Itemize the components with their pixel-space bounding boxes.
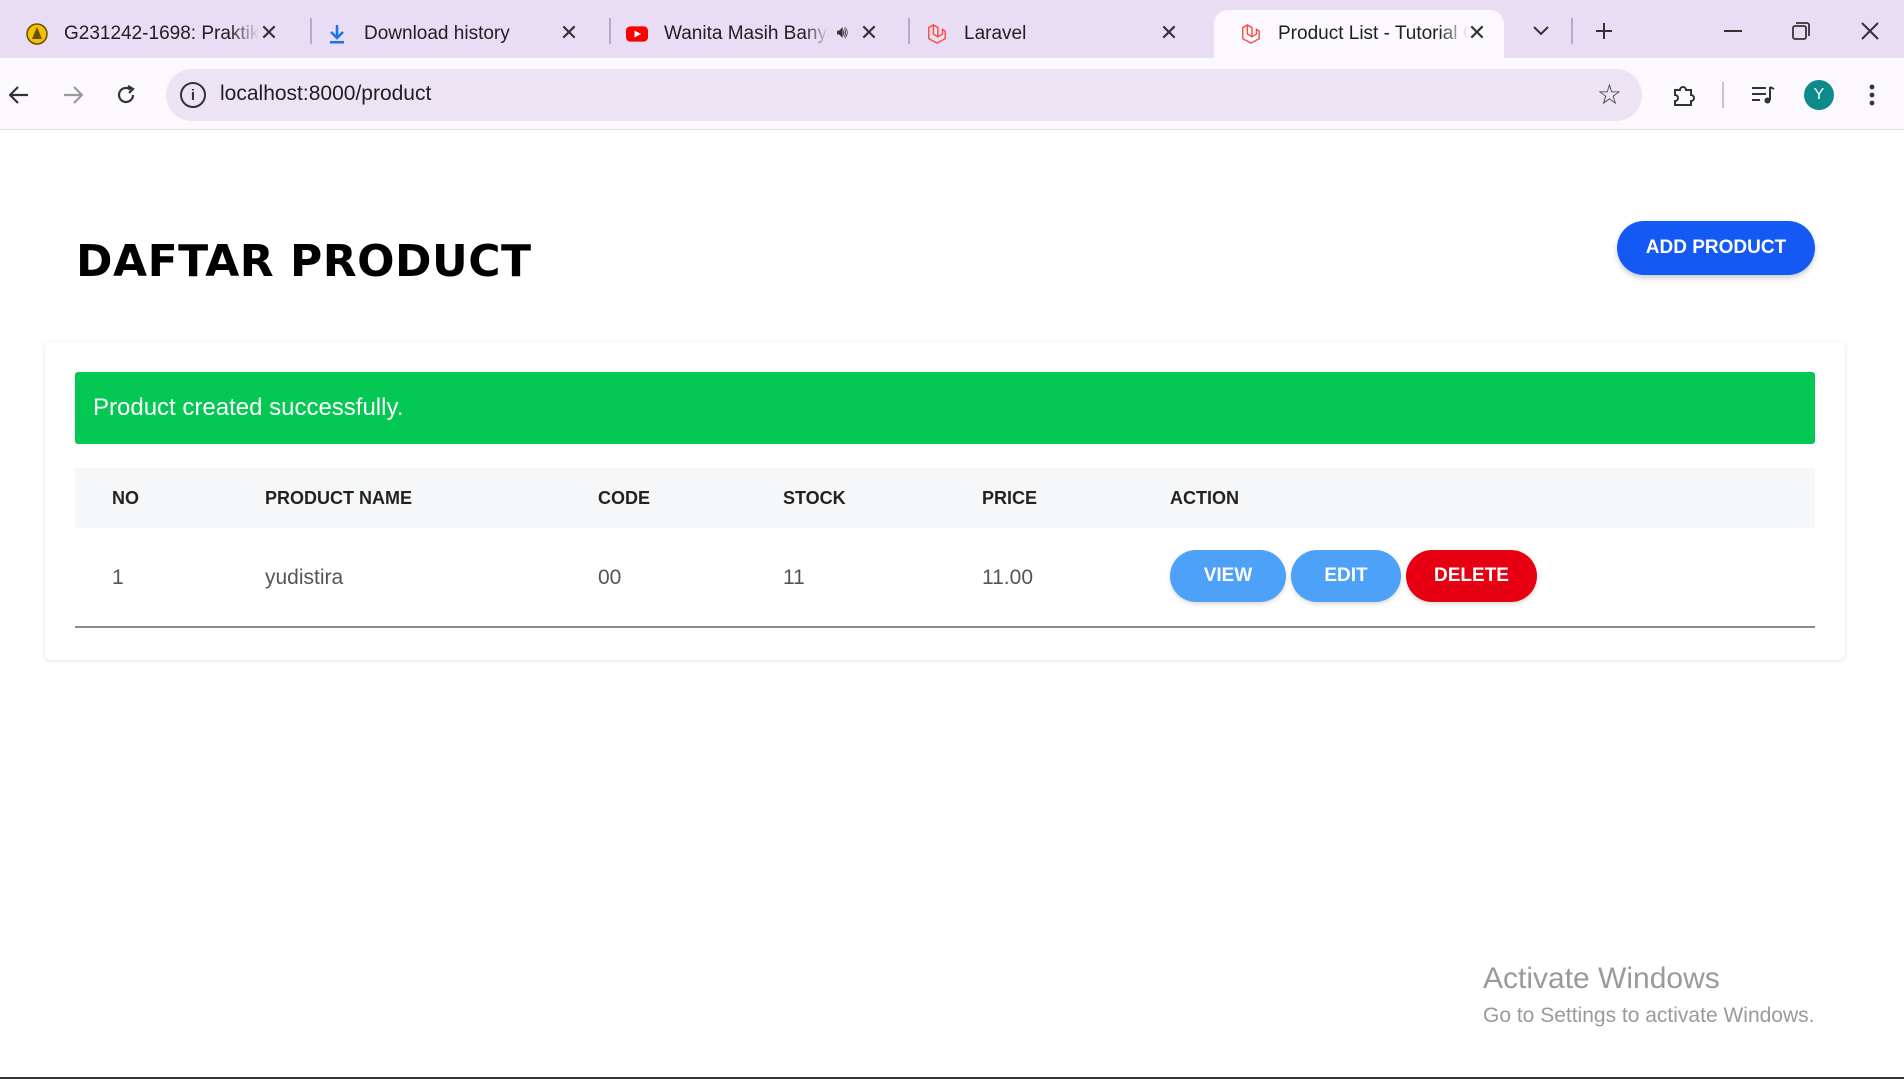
delete-button[interactable]: DELETE	[1406, 550, 1537, 602]
close-tab-icon[interactable]: ✕	[856, 20, 882, 46]
tab-title: Laravel	[964, 23, 1027, 44]
more-menu-icon[interactable]	[1855, 78, 1889, 112]
success-alert: Product created successfully.	[75, 372, 1815, 444]
cell-code: 00	[598, 566, 622, 589]
forward-arrow-icon[interactable]	[56, 78, 90, 112]
close-tab-icon[interactable]: ✕	[1464, 20, 1490, 46]
new-tab-plus-icon[interactable]	[1587, 14, 1621, 48]
cell-no: 1	[112, 566, 124, 589]
close-window-icon[interactable]	[1853, 14, 1887, 48]
column-header-code: CODE	[598, 488, 651, 508]
url-path: :8000/product	[302, 82, 432, 105]
minimize-window-icon[interactable]	[1716, 14, 1750, 48]
tab-product-list[interactable]: Product List - Tutorial CRUD ✕	[1214, 10, 1504, 58]
bookmark-star-icon[interactable]: ☆	[1597, 78, 1622, 111]
column-header-action: ACTION	[1170, 488, 1239, 508]
tab-title: G231242-1698: Praktikum	[64, 23, 259, 44]
tab-download-history[interactable]: Download history ✕	[300, 10, 600, 58]
product-card: Product created successfully. NO PRODUCT…	[45, 342, 1845, 660]
back-arrow-icon[interactable]	[2, 78, 36, 112]
close-tab-icon[interactable]: ✕	[256, 20, 282, 46]
site-info-icon[interactable]: i	[180, 82, 206, 108]
add-product-button[interactable]: ADD PRODUCT	[1617, 221, 1815, 275]
address-bar[interactable]: i localhost:8000/product ☆	[166, 69, 1642, 121]
youtube-icon	[626, 23, 648, 45]
profile-avatar[interactable]: Y	[1804, 80, 1834, 110]
extensions-puzzle-icon[interactable]	[1667, 78, 1701, 112]
cell-product-name: yudistira	[265, 566, 344, 589]
page-title: DAFTAR PRODUCT	[76, 236, 532, 287]
reload-icon[interactable]	[109, 78, 143, 112]
column-header-product-name: PRODUCT NAME	[265, 488, 412, 508]
cell-stock: 11	[783, 566, 805, 589]
table-header: NO PRODUCT NAME CODE STOCK PRICE ACTION	[75, 468, 1815, 528]
restore-window-icon[interactable]	[1784, 14, 1818, 48]
tab-title: Download history	[364, 23, 510, 44]
view-button[interactable]: VIEW	[1170, 550, 1286, 602]
media-control-icon[interactable]	[1746, 78, 1780, 112]
audio-playing-icon[interactable]: 🔊︎	[837, 22, 848, 43]
tab-youtube[interactable]: Wanita Masih Banyak 🔊︎ ✕	[600, 10, 900, 58]
close-tab-icon[interactable]: ✕	[556, 20, 582, 46]
laravel-icon	[926, 23, 948, 45]
toolbar-separator	[1722, 82, 1724, 108]
address-url[interactable]: localhost:8000/product	[220, 82, 431, 106]
tab-laravel[interactable]: Laravel ✕	[900, 10, 1200, 58]
tab-praktikum[interactable]: G231242-1698: Praktikum ✕	[0, 10, 300, 58]
edit-button[interactable]: EDIT	[1291, 550, 1401, 602]
cell-price: 11.00	[982, 566, 1033, 589]
close-tab-icon[interactable]: ✕	[1156, 20, 1182, 46]
url-host: localhost	[220, 82, 303, 105]
laravel-icon	[1240, 23, 1262, 45]
activate-windows-title: Activate Windows	[1483, 962, 1720, 995]
column-header-price: PRICE	[982, 488, 1038, 508]
table-row: 1 yudistira 00 11 11.00 VIEW EDIT DELETE	[75, 528, 1815, 628]
download-icon	[326, 23, 348, 45]
browser-toolbar: i localhost:8000/product ☆ Y	[0, 58, 1904, 130]
university-logo-icon	[26, 23, 48, 45]
tab-title: Product List - Tutorial CRUD	[1278, 23, 1468, 44]
tab-title: Wanita Masih Banyak	[664, 23, 829, 44]
tab-strip: G231242-1698: Praktikum ✕ Download histo…	[0, 0, 1904, 58]
column-header-stock: STOCK	[783, 488, 846, 508]
tab-search-chevron-icon[interactable]	[1524, 14, 1558, 48]
activate-windows-subtitle: Go to Settings to activate Windows.	[1483, 1004, 1815, 1027]
tab-separator	[1571, 18, 1573, 44]
column-header-no: NO	[112, 488, 139, 508]
